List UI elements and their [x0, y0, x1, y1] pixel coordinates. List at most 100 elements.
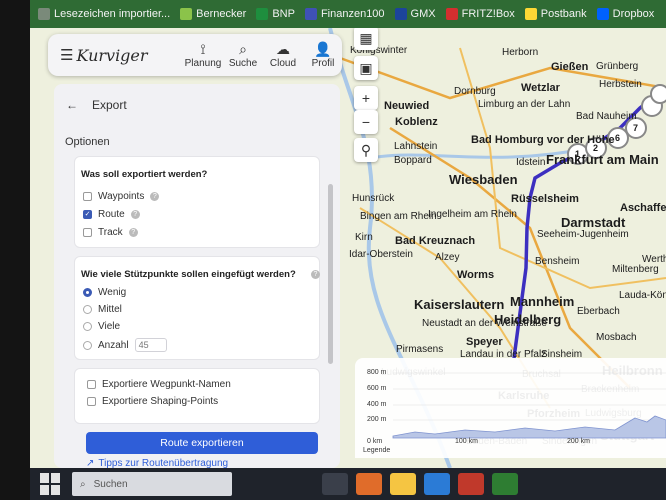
help-icon[interactable]: ? — [128, 228, 138, 237]
city-label: Bensheim — [535, 256, 580, 267]
city-label: Bad Nauheim — [576, 111, 637, 122]
windows-start-icon[interactable] — [40, 473, 62, 495]
city-label: Darmstadt — [561, 215, 626, 230]
option-track[interactable]: Track? — [83, 227, 138, 238]
bookmark[interactable]: FRITZ!Box — [445, 8, 515, 20]
export-type-card: Was soll exportiert werden? Waypoints? ✓… — [74, 156, 320, 248]
city-label: Boppard — [394, 155, 432, 166]
checkbox[interactable] — [83, 192, 92, 201]
bookmarks-bar: Lesezeichen importier... Bernecker BNP F… — [30, 0, 666, 28]
panel-title: Export — [92, 98, 127, 112]
export-route-button[interactable]: Route exportieren — [86, 432, 318, 454]
menu-icon[interactable]: ☰ — [60, 46, 74, 64]
city-label: Limburg an der Lahn — [478, 99, 571, 110]
extra-options-card: Exportiere Wegpunkt-Namen Exportiere Sha… — [74, 368, 320, 424]
bookmark[interactable]: Finanzen100 — [304, 8, 385, 20]
waypoint-marker[interactable] — [650, 84, 666, 104]
option-waypoint-names[interactable]: Exportiere Wegpunkt-Namen — [87, 379, 231, 390]
radio-mittel[interactable]: Mittel — [83, 304, 122, 315]
city-label: Kaiserslautern — [414, 297, 505, 312]
city-label: Miltenberg — [612, 264, 659, 275]
external-link-icon: ↗ — [86, 458, 95, 468]
main-nav: ⟟ Planung ⌕ Suche ☁ Cloud 👤 Profil — [184, 41, 342, 69]
back-button[interactable]: ← Export — [66, 98, 127, 112]
option-shaping-points[interactable]: Exportiere Shaping-Points — [87, 396, 218, 407]
nav-profil[interactable]: 👤 Profil — [304, 41, 342, 69]
app-logo: Kurviger — [76, 45, 148, 65]
city-label: Mosbach — [596, 332, 637, 343]
bookmark[interactable]: Postbank — [524, 8, 587, 20]
radio-wenig[interactable]: Wenig — [83, 287, 126, 298]
option-waypoints[interactable]: Waypoints? — [83, 191, 160, 202]
city-label: Mannheim — [510, 294, 575, 309]
anzahl-input[interactable]: 45 — [134, 338, 167, 352]
city-label: Grünberg — [596, 61, 639, 72]
nav-planung[interactable]: ⟟ Planung — [184, 41, 222, 69]
panel-scrollbar[interactable] — [328, 184, 333, 364]
city-label: Wertheim — [642, 254, 666, 265]
zoom-in-button[interactable]: + — [354, 86, 378, 110]
bookmark[interactable]: BNP — [256, 8, 295, 20]
elevation-legend-toggle[interactable]: Legende — [363, 447, 390, 454]
help-icon[interactable]: ? — [150, 192, 160, 201]
taskbar-search[interactable]: ⌕ Suchen — [72, 472, 232, 496]
bookmark[interactable]: GMX — [394, 8, 436, 20]
checkbox[interactable] — [83, 228, 92, 237]
city-label: Herbstein — [599, 79, 642, 90]
plus-icon: + — [361, 90, 371, 106]
city-label: Bad Kreuznach — [395, 235, 476, 247]
locate-button[interactable]: ⚲ — [354, 138, 378, 162]
task-view-icon[interactable] — [322, 473, 348, 495]
stack-icon: ▣ — [359, 59, 373, 76]
bookmark[interactable]: Dropbox — [596, 8, 654, 20]
bookmark-icon — [445, 8, 458, 20]
checkbox[interactable] — [87, 380, 96, 389]
checkbox[interactable]: ✓ — [83, 210, 92, 219]
layers-icon: ▦ — [359, 29, 373, 46]
city-label: Wiesbaden — [449, 172, 518, 187]
radio[interactable] — [83, 322, 92, 331]
bookmark[interactable]: Bernecker — [180, 8, 246, 20]
city-label: Kirn — [355, 232, 373, 243]
layers-toggle-button[interactable]: ▣ — [354, 56, 378, 80]
app-icon[interactable] — [492, 473, 518, 495]
city-label: Seeheim-Jugenheim — [537, 229, 629, 240]
radio[interactable] — [83, 305, 92, 314]
option-route[interactable]: ✓ Route? — [83, 209, 140, 220]
folder-icon[interactable] — [390, 473, 416, 495]
radio[interactable] — [83, 288, 92, 297]
user-icon: 👤 — [314, 41, 332, 57]
zoom-out-button[interactable]: − — [354, 110, 378, 134]
city-label: Idar-Oberstein — [349, 249, 413, 260]
mail-icon[interactable] — [424, 473, 450, 495]
city-label: Speyer — [466, 336, 503, 348]
city-label: Bingen am Rhein — [360, 211, 437, 222]
elevation-profile[interactable]: 800 m 600 m 400 m 200 m 0 km 100 km 200 … — [355, 358, 666, 458]
city-label: Eberbach — [577, 306, 620, 317]
nav-cloud[interactable]: ☁ Cloud — [264, 41, 302, 69]
help-icon[interactable]: ? — [311, 270, 320, 279]
radio[interactable] — [83, 340, 92, 350]
tips-link[interactable]: ↗ Tipps zur Routenübertragung — [86, 458, 228, 468]
search-icon: ⌕ — [80, 478, 86, 490]
help-icon[interactable]: ? — [130, 210, 140, 219]
minus-icon: − — [361, 114, 371, 130]
arrow-left-icon: ← — [66, 98, 78, 112]
firefox-icon[interactable] — [356, 473, 382, 495]
app-header: ☰ Kurviger ⟟ Planung ⌕ Suche ☁ Cloud 👤 Profi… — [48, 34, 342, 76]
nav-suche[interactable]: ⌕ Suche — [224, 41, 262, 69]
checkbox[interactable] — [87, 397, 96, 406]
city-label: Neustadt an der Weinstraße — [422, 318, 547, 329]
bookmark-icon — [596, 8, 609, 20]
layers-button[interactable]: ▦ — [354, 28, 378, 50]
bookmark-icon — [180, 8, 193, 20]
radio-anzahl[interactable]: Anzahl 45 — [83, 338, 167, 352]
city-label: Herborn — [502, 47, 539, 58]
app-icon[interactable] — [458, 473, 484, 495]
city-label: Gießen — [551, 61, 589, 73]
waypoint-label: 7 — [633, 123, 639, 133]
radio-viele[interactable]: Viele — [83, 321, 120, 332]
waypoint-label: 6 — [615, 133, 621, 143]
bookmark[interactable]: Lesezeichen importier... — [38, 8, 170, 20]
city-label: Hunsrück — [352, 193, 395, 204]
